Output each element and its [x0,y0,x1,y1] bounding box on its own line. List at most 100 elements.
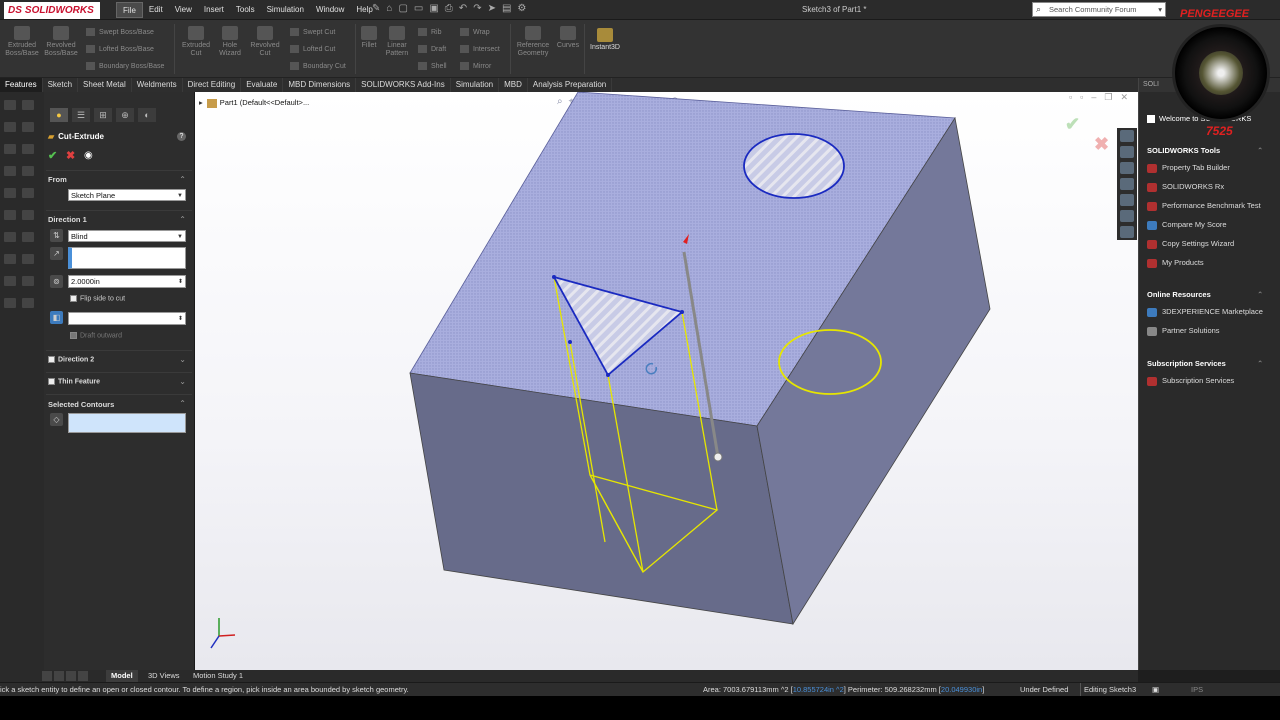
fillet-button[interactable]: Fillet [357,26,381,50]
toolbar-icon[interactable] [4,298,16,308]
resources-icon[interactable] [1120,146,1134,158]
tab-sketch[interactable]: Sketch [43,78,79,92]
solidworks-rx-link[interactable]: SOLIDWORKS Rx [1147,182,1224,192]
print-icon[interactable]: ⎙ [445,3,453,14]
confirmation-cancel-icon[interactable]: ✖ [1094,134,1109,155]
tab-evaluate[interactable]: Evaluate [241,78,284,92]
detailed-preview-icon[interactable]: ◉ [84,150,93,161]
performance-benchmark-link[interactable]: Performance Benchmark Test [1147,201,1261,211]
collapse-icon[interactable]: ⌃ [1257,290,1263,299]
options-gear-icon[interactable]: ⚙ [517,3,526,14]
toolbar-icon[interactable] [22,144,34,154]
mirror-button[interactable]: Mirror [460,62,491,70]
rebuild-status-icon[interactable]: ▣ [1152,683,1159,697]
ok-button[interactable]: ✔ [48,149,57,162]
undo-icon[interactable]: ↶ [459,3,467,14]
copy-settings-wizard-link[interactable]: Copy Settings Wizard [1147,239,1234,249]
vertex-point[interactable] [680,310,684,314]
menu-edit[interactable]: Edit [143,2,169,18]
boundary-cut-button[interactable]: Boundary Cut [290,62,346,70]
solidworks-logo[interactable]: DS SOLIDWORKS [4,2,100,19]
swept-cut-button[interactable]: Swept Cut [290,28,335,36]
help-dropdown-icon[interactable]: ▾ [1158,3,1162,16]
spin-arrows-icon[interactable]: ⬍ [178,276,183,288]
tab-3d-views[interactable]: 3D Views [143,670,185,682]
direction2-checkbox[interactable]: Direction 2 [48,356,94,363]
appearances-icon[interactable] [1120,194,1134,206]
toolbar-icon[interactable] [22,254,34,264]
cancel-button[interactable]: ✖ [66,149,75,162]
redo-icon[interactable]: ↷ [473,3,481,14]
vertex-point[interactable] [568,340,572,344]
revolved-cut-button[interactable]: Revolved Cut [247,26,283,58]
forum-icon[interactable] [1120,226,1134,238]
tab-solidworks-addins[interactable]: SOLIDWORKS Add-Ins [356,78,451,92]
menu-insert[interactable]: Insert [198,2,230,18]
expand-icon[interactable]: ⌄ [179,377,186,386]
curves-button[interactable]: Curves [554,26,582,50]
draft-icon[interactable]: ◧ [50,311,63,324]
toolbar-icon[interactable] [22,100,34,110]
lofted-boss-button[interactable]: Lofted Boss/Base [86,45,154,53]
toolbar-icon[interactable] [4,188,16,198]
tab-weldments[interactable]: Weldments [132,78,183,92]
linear-pattern-button[interactable]: Linear Pattern [382,26,412,58]
my-products-link[interactable]: My Products [1147,258,1204,268]
tab-motion-study[interactable]: Motion Study 1 [188,670,248,682]
thin-feature-checkbox[interactable]: Thin Feature [48,378,100,385]
tab-mbd[interactable]: MBD [499,78,528,92]
units-indicator[interactable]: IPS [1191,683,1203,697]
tab-sheet-metal[interactable]: Sheet Metal [78,78,132,92]
new-document-icon[interactable]: ▢ [398,3,407,14]
search-input[interactable]: ⌕ Search Community Forum ▾ [1032,2,1166,17]
menu-tools[interactable]: Tools [230,2,261,18]
vertex-point[interactable] [552,275,556,279]
draft-angle-input[interactable]: ⬍ [68,312,186,325]
menu-file[interactable]: File [116,2,143,18]
toolbar-icon[interactable] [4,122,16,132]
toolbar-icon[interactable] [4,144,16,154]
tab-model[interactable]: Model [106,670,138,682]
save-icon[interactable]: ▣ [429,3,438,14]
pin-icon[interactable]: ✎ [372,3,380,14]
flip-side-checkbox[interactable]: Flip side to cut [70,295,125,302]
rebuild-icon[interactable]: ▤ [502,3,511,14]
toolbar-icon[interactable] [22,188,34,198]
home-icon[interactable]: ⌂ [386,3,392,14]
design-library-icon[interactable] [1120,162,1134,174]
display-manager-tab-icon[interactable]: ◐ [138,108,156,122]
tab-analysis-preparation[interactable]: Analysis Preparation [528,78,613,92]
tab-mbd-dimensions[interactable]: MBD Dimensions [283,78,357,92]
reference-geometry-button[interactable]: Reference Geometry [512,26,554,58]
toolbar-icon[interactable] [4,166,16,176]
custom-properties-icon[interactable] [1120,210,1134,222]
property-tab-builder-link[interactable]: Property Tab Builder [1147,163,1230,173]
compare-my-score-link[interactable]: Compare My Score [1147,220,1227,230]
toolbar-icon[interactable] [22,166,34,176]
partner-solutions-link[interactable]: Partner Solutions [1147,326,1220,336]
configuration-manager-tab-icon[interactable]: ⊞ [94,108,112,122]
instant3d-button[interactable]: Instant3D [587,28,623,52]
shell-button[interactable]: Shell [418,62,447,70]
draft-outward-checkbox[interactable]: Draft outward [70,332,122,339]
home-icon[interactable] [1120,130,1134,142]
prev-tab-icon[interactable] [54,671,64,681]
swept-boss-button[interactable]: Swept Boss/Base [86,28,154,36]
first-tab-icon[interactable] [42,671,52,681]
menu-simulation[interactable]: Simulation [261,2,310,18]
collapse-icon[interactable]: ⌃ [1257,146,1263,155]
collapse-icon[interactable]: ⌃ [179,175,186,184]
hole-wizard-button[interactable]: Hole Wizard [214,26,246,58]
boundary-boss-button[interactable]: Boundary Boss/Base [86,62,164,70]
toolbar-icon[interactable] [4,210,16,220]
toolbar-icon[interactable] [4,254,16,264]
intersect-button[interactable]: Intersect [460,45,500,53]
graphics-area[interactable]: ▸Part1 (Default<<Default>... ⌕ ⌖ ⟲ ◫ ◧ ◨… [195,92,1138,670]
tab-features[interactable]: Features [0,78,43,92]
expand-icon[interactable]: ⌄ [179,355,186,364]
depth-drag-handle[interactable] [713,452,723,462]
sketch-circle-selected[interactable] [743,133,845,199]
last-tab-icon[interactable] [78,671,88,681]
confirmation-ok-icon[interactable]: ✔ [1065,114,1080,135]
toolbar-icon[interactable] [22,298,34,308]
